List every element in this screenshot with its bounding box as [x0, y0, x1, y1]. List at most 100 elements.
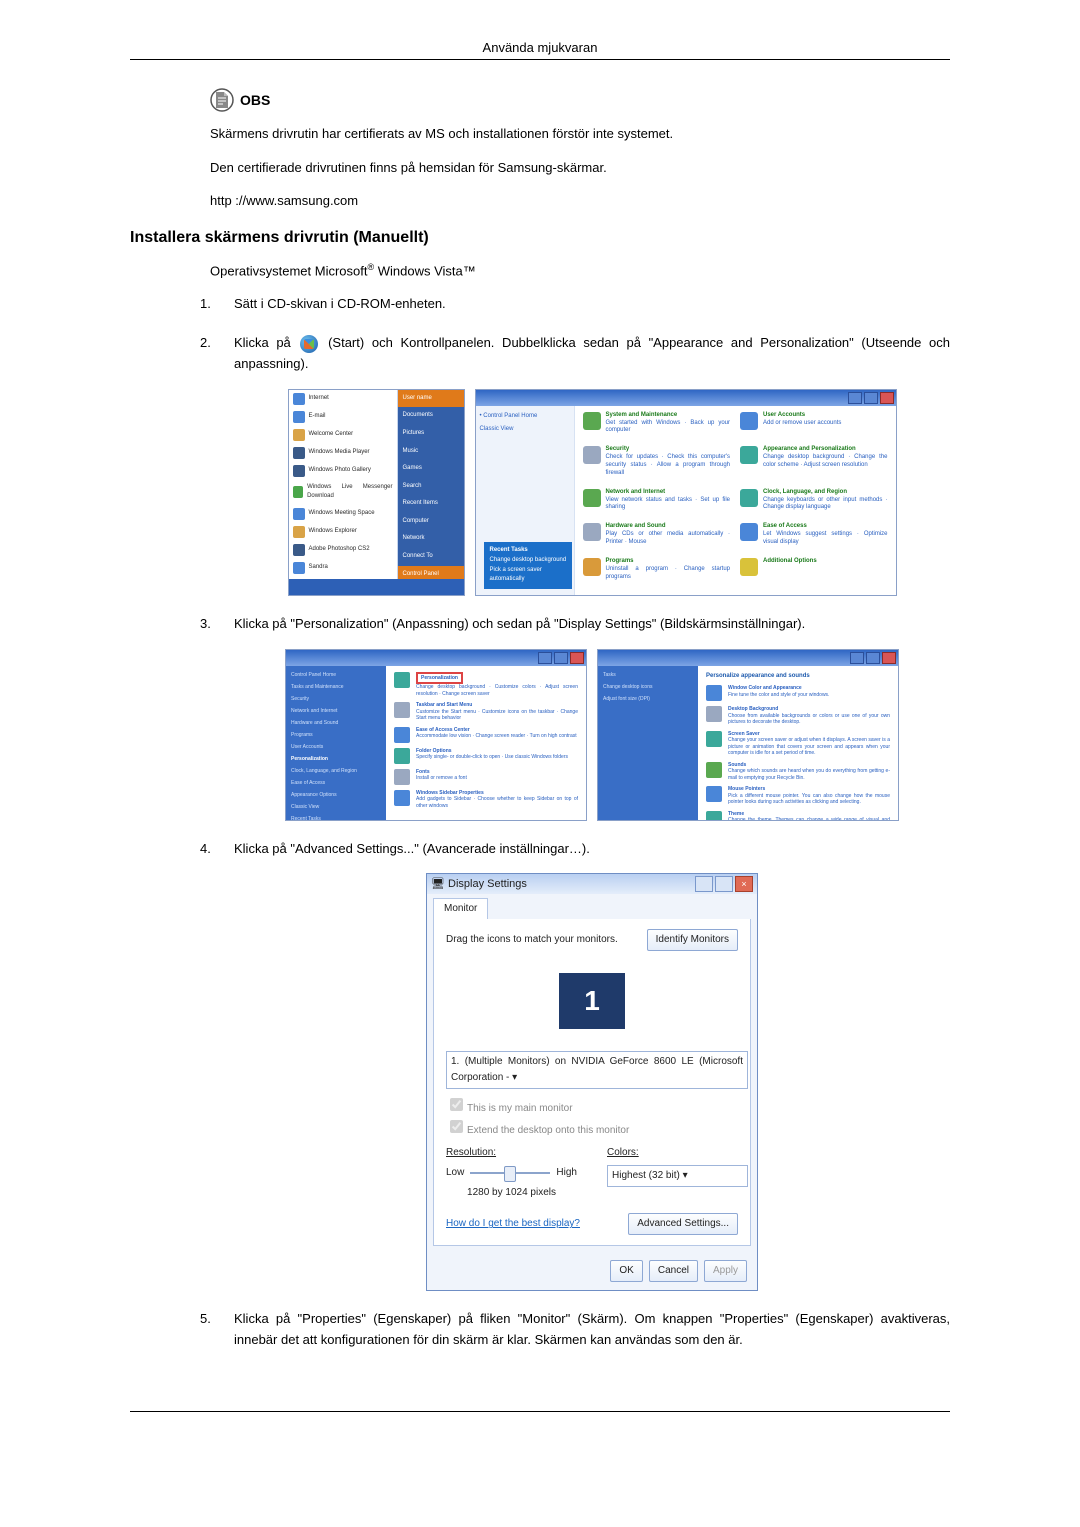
obs-url: http ://www.samsung.com [210, 191, 950, 211]
titlebar [476, 390, 896, 406]
cp-sidebar: • Control Panel Home Classic View Recent… [476, 406, 575, 595]
os-text-prefix: Operativsystemet Microsoft [210, 263, 368, 278]
identify-monitors-button[interactable]: Identify Monitors [647, 929, 738, 951]
cancel-button[interactable]: Cancel [649, 1260, 698, 1282]
menu-item: Windows Media Player [289, 444, 397, 462]
resolution-value: 1280 by 1024 pixels [446, 1185, 577, 1201]
appearance-item: Ease of Access CenterAccommodate low vis… [394, 727, 578, 743]
obs-line2: Den certifierade drivrutinen finns på he… [210, 158, 950, 178]
personalization-heading: Personalize appearance and sounds [706, 672, 890, 682]
step-3: Klicka på "Personalization" (Anpassning)… [200, 614, 950, 821]
cp-category: Ease of AccessLet Windows suggest settin… [740, 523, 888, 554]
monitor-1-tile[interactable]: 1 [559, 973, 625, 1029]
personalization-item: Window Color and AppearanceFine tune the… [706, 685, 890, 701]
resolution-slider[interactable] [470, 1172, 550, 1174]
personalization-item: Desktop BackgroundChoose from available … [706, 706, 890, 726]
cp-category: SecurityCheck for updates · Check this c… [583, 446, 731, 484]
section-heading: Installera skärmens drivrutin (Manuellt) [130, 229, 950, 247]
advanced-settings-button[interactable]: Advanced Settings... [628, 1213, 738, 1235]
resolution-label: Resolution: [446, 1145, 577, 1161]
cp-category: System and MaintenanceGet started with W… [583, 412, 731, 443]
minimize-icon[interactable] [695, 876, 713, 892]
right-item: Pictures [398, 425, 464, 443]
page-header: Använda mjukvaran [130, 40, 950, 55]
right-item: Games [398, 460, 464, 478]
step-1: Sätt i CD-skivan i CD-ROM-enheten. [200, 294, 950, 315]
right-item: Search [398, 478, 464, 496]
menu-item: E-mail [289, 408, 397, 426]
right-item: Connect To [398, 548, 464, 566]
cp-category: Additional Options [740, 558, 888, 589]
user-tile: User name [398, 390, 464, 408]
personalization-item: ThemeChange the theme. Themes can change… [706, 811, 890, 821]
appearance-sidebar: Control Panel HomeTasks and MaintenanceS… [286, 666, 386, 820]
monitor-tab[interactable]: Monitor [433, 898, 488, 919]
titlebar [286, 650, 586, 666]
obs-label: OBS [240, 92, 270, 108]
menu-item: Windows Live Messenger Download [289, 480, 397, 505]
maximize-icon[interactable] [715, 876, 733, 892]
step-5: Klicka på "Properties" (Egenskaper) på f… [200, 1309, 950, 1351]
personalization-main: Personalize appearance and sounds Window… [698, 666, 898, 820]
best-display-link[interactable]: How do I get the best display? [446, 1216, 580, 1232]
personalization-item: SoundsChange which sounds are heard when… [706, 762, 890, 782]
appearance-screenshot: Control Panel HomeTasks and MaintenanceS… [285, 649, 587, 821]
cp-category: Hardware and SoundPlay CDs or other medi… [583, 523, 731, 554]
footer-divider [130, 1411, 950, 1412]
cp-category: Appearance and PersonalizationChange des… [740, 446, 888, 484]
menu-item: Adobe Photoshop CS2 [289, 541, 397, 559]
close-icon[interactable]: × [735, 876, 753, 892]
step-2-text-b: (Start) och Kontrollpanelen. Dubbelklick… [234, 335, 950, 371]
start-bottom-bar [289, 579, 464, 595]
ds-titlebar: 🖥 Display Settings × [427, 874, 757, 894]
appearance-item: FontsInstall or remove a font [394, 769, 578, 785]
right-item: Documents [398, 407, 464, 425]
note-icon [210, 88, 234, 112]
menu-item: Windows Photo Gallery [289, 462, 397, 480]
os-text-suffix: Windows Vista™ [374, 263, 476, 278]
menu-item: Sandra [289, 559, 397, 577]
right-item: Recent Items [398, 495, 464, 513]
menu-item: Windows Meeting Space [289, 505, 397, 523]
right-item: Computer [398, 513, 464, 531]
main-monitor-checkbox [450, 1098, 463, 1111]
window-icon: 🖥 Display Settings [431, 876, 527, 894]
apply-button: Apply [704, 1260, 747, 1282]
right-item: Network [398, 530, 464, 548]
cp-category: User AccountsAdd or remove user accounts [740, 412, 888, 443]
recent-tasks: Recent Tasks Change desktop background P… [484, 542, 573, 588]
extend-desktop-checkbox [450, 1120, 463, 1133]
step-4: Klicka på "Advanced Settings..." (Avance… [200, 839, 950, 1292]
monitor-preview: 1 [446, 961, 738, 1041]
appearance-item: Windows Sidebar PropertiesAdd gadgets to… [394, 790, 578, 810]
colors-label: Colors: [607, 1145, 738, 1161]
personalization-item: Screen SaverChange your screen saver or … [706, 731, 890, 757]
start-menu-screenshot: Internet E-mail Welcome Center Windows M… [288, 389, 465, 596]
ok-button[interactable]: OK [610, 1260, 642, 1282]
personalization-screenshot: TasksChange desktop iconsAdjust font siz… [597, 649, 899, 821]
titlebar [598, 650, 898, 666]
monitor-select[interactable]: 1. (Multiple Monitors) on NVIDIA GeForce… [446, 1051, 748, 1089]
appearance-main: PersonalizationChange desktop background… [386, 666, 586, 820]
step-2: Klicka på (Start) och Kontrollpanelen. D… [200, 333, 950, 596]
appearance-item: Taskbar and Start MenuCustomize the Star… [394, 702, 578, 722]
cp-category: Clock, Language, and RegionChange keyboa… [740, 489, 888, 520]
cp-category: Network and InternetView network status … [583, 489, 731, 520]
personalization-item: Mouse PointersPick a different mouse poi… [706, 786, 890, 806]
header-divider [130, 59, 950, 60]
colors-select[interactable]: Highest (32 bit) ▾ [607, 1165, 748, 1187]
appearance-item: PersonalizationChange desktop background… [394, 672, 578, 698]
menu-item: Windows Explorer [289, 523, 397, 541]
personalization-sidebar: TasksChange desktop iconsAdjust font siz… [598, 666, 698, 820]
cp-category: ProgramsUninstall a program · Change sta… [583, 558, 731, 589]
cp-main: System and MaintenanceGet started with W… [575, 406, 896, 595]
control-panel-screenshot: • Control Panel Home Classic View Recent… [475, 389, 897, 596]
display-settings-dialog: 🖥 Display Settings × Monitor Drag the ic… [426, 873, 758, 1291]
menu-item: Welcome Center [289, 426, 397, 444]
drag-text: Drag the icons to match your monitors. [446, 932, 618, 948]
step-2-text-a: Klicka på [234, 335, 298, 350]
start-orb-icon [300, 335, 318, 353]
right-item: Music [398, 443, 464, 461]
menu-item: Internet [289, 390, 397, 408]
obs-line1: Skärmens drivrutin har certifierats av M… [210, 124, 950, 144]
